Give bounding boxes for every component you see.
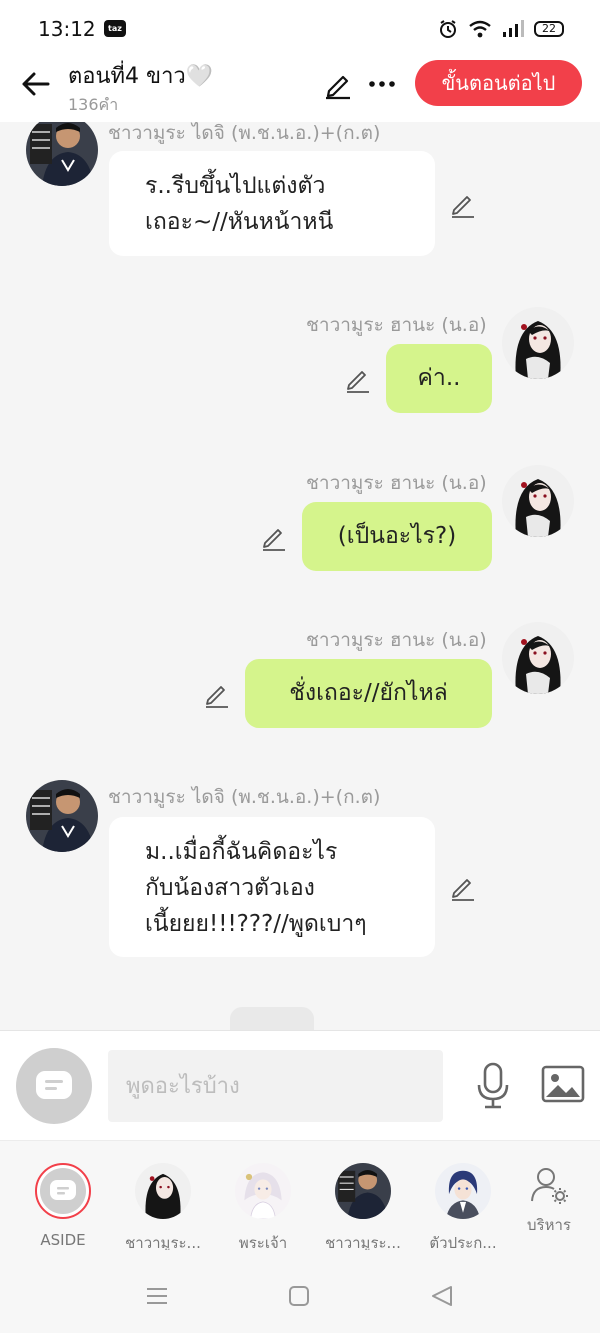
next-step-button[interactable]: ขั้นตอนต่อไป [415, 60, 582, 106]
battery-icon: 22 [534, 21, 564, 37]
avatar-hana[interactable] [502, 465, 574, 537]
character-avatar [235, 1163, 291, 1219]
message-line: ชั่งเถอะ//ยักไหล่ [289, 680, 448, 706]
message-line: ม..เมื่อกี้ฉันคิดอะไร [145, 839, 338, 865]
aside-chat-icon [36, 1071, 72, 1099]
message-bubble[interactable]: ม..เมื่อกี้ฉันคิดอะไร กับน้องสาวตัวเอง เ… [109, 817, 435, 957]
episode-header: ตอนที่4 ขาว🤍 136คำ ขั้นตอนต่อไป [0, 56, 600, 122]
character-god[interactable]: พระเจ้า [213, 1163, 313, 1255]
aside-avatar [35, 1163, 91, 1219]
edit-pencil-icon[interactable] [322, 68, 354, 100]
signal-icon [503, 20, 524, 37]
back-nav-icon[interactable] [430, 1284, 454, 1308]
wifi-icon [469, 20, 491, 38]
partial-message-bubble [230, 1007, 314, 1030]
message-bubble[interactable]: (เป็นอะไร?) [302, 502, 492, 571]
edit-message-icon[interactable] [343, 364, 373, 394]
edit-message-icon[interactable] [202, 679, 232, 709]
message-input[interactable] [108, 1050, 443, 1122]
message-line: กับน้องสาวตัวเอง [145, 875, 315, 901]
more-options-icon[interactable] [366, 68, 398, 100]
message-line: เถอะ~//หันหน้าหนี [145, 209, 334, 235]
avatar-hana[interactable] [502, 622, 574, 694]
word-count: 136คำ [68, 95, 119, 114]
back-arrow-icon[interactable] [18, 66, 54, 102]
character-avatar [435, 1163, 491, 1219]
sender-name: ชาวามูระ ฮานะ (น.อ) [306, 629, 487, 651]
microphone-icon[interactable] [473, 1061, 513, 1111]
avatar-daichi[interactable] [26, 780, 98, 852]
character-avatar [135, 1163, 191, 1219]
image-upload-icon[interactable] [540, 1063, 586, 1107]
status-time: 13:12 [38, 17, 96, 41]
message-bubble[interactable]: ค่า.. [386, 344, 492, 413]
episode-title: ตอนที่4 ขาว🤍 [68, 64, 214, 89]
character-selector: ASIDE ชาวามูระ... พระเจ้า ชาวามูระ... ตั… [0, 1140, 600, 1252]
manage-user-gear-icon [531, 1168, 568, 1204]
avatar-daichi[interactable] [26, 122, 98, 186]
avatar-hana[interactable] [502, 307, 574, 379]
app-notification-icon: taz [104, 20, 126, 37]
character-avatar [335, 1163, 391, 1219]
manage-characters-button[interactable]: บริหาร [499, 1165, 599, 1237]
chat-thread[interactable]: ชาวามูระ ไดจิ (พ.ช.น.อ.)+(ก.ต) ร..รีบขึ้… [0, 122, 600, 1030]
system-navigation-bar [0, 1250, 600, 1333]
home-icon[interactable] [288, 1285, 310, 1307]
message-input-bar [0, 1030, 600, 1140]
message-line: ค่า.. [417, 365, 461, 391]
edit-message-icon[interactable] [448, 189, 478, 219]
message-line: ร..รีบขึ้นไปแต่งตัว [145, 173, 326, 199]
character-label: ASIDE [40, 1231, 86, 1249]
aside-chat-icon [50, 1180, 76, 1200]
character-aside[interactable]: ASIDE [13, 1163, 113, 1249]
message-bubble[interactable]: ร..รีบขึ้นไปแต่งตัว เถอะ~//หันหน้าหนี [109, 151, 435, 256]
aside-toggle-button[interactable] [16, 1048, 92, 1124]
character-daichi[interactable]: ชาวามูระ... [313, 1163, 413, 1255]
message-line: (เป็นอะไร?) [337, 523, 457, 549]
sender-name: ชาวามูระ ไดจิ (พ.ช.น.อ.)+(ก.ต) [108, 122, 381, 144]
message-line: เนี้ยยย!!!???//พูดเบาๆ [145, 911, 367, 937]
sender-name: ชาวามูระ ฮานะ (น.อ) [306, 314, 487, 336]
sender-name: ชาวามูระ ไดจิ (พ.ช.น.อ.)+(ก.ต) [108, 786, 381, 808]
message-bubble[interactable]: ชั่งเถอะ//ยักไหล่ [245, 659, 492, 728]
alarm-icon [440, 20, 456, 38]
sender-name: ชาวามูระ ฮานะ (น.อ) [306, 472, 487, 494]
character-extra[interactable]: ตัวประก... [413, 1163, 513, 1255]
edit-message-icon[interactable] [448, 872, 478, 902]
status-bar: 13:12 taz 22 [0, 0, 600, 56]
character-hana[interactable]: ชาวามูระ... [113, 1163, 213, 1255]
recent-apps-icon[interactable] [145, 1286, 169, 1306]
status-icons: 22 [438, 17, 564, 41]
edit-message-icon[interactable] [259, 522, 289, 552]
character-label: บริหาร [527, 1216, 571, 1234]
